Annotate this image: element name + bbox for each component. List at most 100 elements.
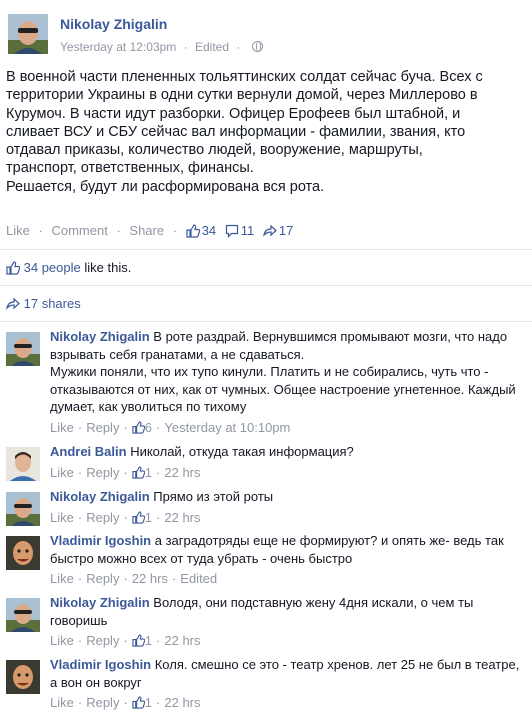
post-author-name[interactable]: Nikolay Zhigalin xyxy=(60,16,167,32)
edited-label[interactable]: Edited xyxy=(195,40,229,54)
comment-like-button[interactable]: Like xyxy=(50,420,74,435)
comment-body: Nikolay Zhigalin В роте раздрай. Вернувш… xyxy=(50,328,524,438)
share-arrow-icon[interactable] xyxy=(262,224,277,241)
meta-separator: · xyxy=(77,695,83,710)
post-text-line: Курумоч. В части идут разборки. Офицер Е… xyxy=(6,105,461,122)
commenter-avatar[interactable] xyxy=(6,447,40,481)
comment-timestamp[interactable]: 22 hrs xyxy=(164,510,200,525)
comment-like-count[interactable]: 6 xyxy=(145,420,152,435)
like-thumb-icon[interactable] xyxy=(132,510,146,529)
comment-reply-button[interactable]: Reply xyxy=(86,571,119,586)
comment-meta: Like · Reply · 1 · 22 hrs xyxy=(50,632,524,652)
author-avatar[interactable] xyxy=(8,14,48,54)
comment-author[interactable]: Vladimir Igoshin xyxy=(50,657,151,672)
comment-body: Nikolay Zhigalin Володя, они подставную … xyxy=(50,594,524,652)
comment-timestamp[interactable]: 22 hrs xyxy=(132,571,168,586)
likes-summary: 34 people like this. xyxy=(6,260,131,278)
post-text-line: В военной части плененных тольяттинских … xyxy=(6,69,483,85)
comment-reply-button[interactable]: Reply xyxy=(86,420,119,435)
commenter-avatar[interactable] xyxy=(6,332,40,366)
like-thumb-icon[interactable] xyxy=(132,420,146,439)
post-action-bar: Like · Comment · Share · 34 11 17 xyxy=(6,223,293,241)
like-thumb-icon[interactable] xyxy=(132,696,146,714)
meta-separator-2: · xyxy=(236,40,241,54)
post-timestamp[interactable]: Yesterday at 12:03pm xyxy=(60,40,176,54)
comment-count[interactable]: 11 xyxy=(241,223,255,238)
comment-author[interactable]: Andrei Balin xyxy=(50,444,127,459)
meta-separator: · xyxy=(123,633,128,648)
comment-like-button[interactable]: Like xyxy=(50,510,74,525)
comment-reply-button[interactable]: Reply xyxy=(86,633,119,648)
commenter-avatar[interactable] xyxy=(6,536,40,570)
divider xyxy=(0,285,532,286)
comment-bubble-icon[interactable] xyxy=(225,224,239,241)
post-meta: Yesterday at 12:03pm · Edited · xyxy=(60,40,263,54)
comment-body: Nikolay Zhigalin Прямо из этой роты Like… xyxy=(50,488,524,528)
action-separator: · xyxy=(172,223,178,238)
like-button[interactable]: Like xyxy=(6,223,30,238)
post-text-line: отдавал приказы, количество людей, воору… xyxy=(6,142,423,159)
comment-button[interactable]: Comment xyxy=(51,223,107,238)
meta-separator: · xyxy=(123,571,128,586)
like-thumb-icon xyxy=(6,261,21,278)
comment-author[interactable]: Nikolay Zhigalin xyxy=(50,329,150,344)
divider xyxy=(0,321,532,322)
post-text: В военной части плененных тольяттинских … xyxy=(6,68,526,196)
like-thumb-icon[interactable] xyxy=(132,634,146,652)
comment-like-count[interactable]: 1 xyxy=(145,510,152,525)
meta-separator: · xyxy=(156,695,161,710)
comment-meta: Like · Reply · 1 · 22 hrs xyxy=(50,509,524,529)
like-count[interactable]: 34 xyxy=(202,223,216,238)
meta-separator: · xyxy=(77,419,83,435)
likes-suffix: like this. xyxy=(80,260,132,275)
meta-separator: · xyxy=(77,464,83,480)
globe-icon[interactable] xyxy=(251,41,263,52)
comment-author[interactable]: Nikolay Zhigalin xyxy=(50,595,150,610)
post-header: Nikolay Zhigalin Yesterday at 12:03pm · … xyxy=(0,0,532,64)
meta-separator: · xyxy=(123,695,128,710)
post-text-line: сливает ВСУ и СБУ сейчас вал информации … xyxy=(6,123,466,140)
comment-body: Vladimir Igoshin а заградотряды еще не ф… xyxy=(50,532,524,588)
commenter-avatar[interactable] xyxy=(6,660,40,694)
comment-meta: Like · Reply · 1 · 22 hrs xyxy=(50,694,524,714)
comment-text-continued: Мужики поняли, что их тупо кинули. Плати… xyxy=(50,364,516,414)
share-button[interactable]: Share xyxy=(129,223,164,238)
comment-like-button[interactable]: Like xyxy=(50,465,74,480)
action-separator: · xyxy=(38,223,43,238)
comment-author[interactable]: Vladimir Igoshin xyxy=(50,533,151,548)
comment-timestamp[interactable]: 22 hrs xyxy=(164,695,200,710)
comment-reply-button[interactable]: Reply xyxy=(86,465,119,480)
comment-reply-button[interactable]: Reply xyxy=(86,510,119,525)
like-thumb-icon[interactable] xyxy=(186,224,200,241)
like-thumb-icon[interactable] xyxy=(132,465,146,484)
comment-like-count[interactable]: 1 xyxy=(145,633,152,648)
comment-like-button[interactable]: Like xyxy=(50,633,74,648)
meta-separator: · xyxy=(77,571,83,586)
comment-edited-label[interactable]: Edited xyxy=(180,571,217,586)
comment-timestamp[interactable]: 22 hrs xyxy=(164,465,200,480)
shares-link[interactable]: 17 shares xyxy=(24,296,81,311)
comment-timestamp[interactable]: Yesterday at 10:10pm xyxy=(164,420,290,435)
meta-separator: · xyxy=(156,464,161,480)
meta-separator: · xyxy=(123,419,128,435)
comment-like-button[interactable]: Like xyxy=(50,571,74,586)
likers-link[interactable]: 34 people xyxy=(24,260,81,275)
meta-separator: · xyxy=(123,509,128,525)
comment-timestamp[interactable]: 22 hrs xyxy=(164,633,200,648)
share-count[interactable]: 17 xyxy=(279,223,293,238)
comment-reply-button[interactable]: Reply xyxy=(86,695,119,710)
comment-body: Vladimir Igoshin Коля. смешно се это - т… xyxy=(50,656,524,714)
comment-like-count[interactable]: 1 xyxy=(145,465,152,480)
shares-summary[interactable]: 17 shares xyxy=(6,296,81,314)
commenter-avatar[interactable] xyxy=(6,492,40,526)
meta-separator: · xyxy=(123,464,128,480)
commenter-avatar[interactable] xyxy=(6,598,40,632)
comment-meta: Like · Reply · 6 · Yesterday at 10:10pm xyxy=(50,419,524,439)
comment-author[interactable]: Nikolay Zhigalin xyxy=(50,489,150,504)
comment-text: Прямо из этой роты xyxy=(149,489,274,504)
meta-separator: · xyxy=(156,419,161,435)
comment-like-count[interactable]: 1 xyxy=(145,695,152,710)
facebook-post: Nikolay Zhigalin Yesterday at 12:03pm · … xyxy=(0,0,532,718)
comment-like-button[interactable]: Like xyxy=(50,695,74,710)
divider xyxy=(0,249,532,250)
